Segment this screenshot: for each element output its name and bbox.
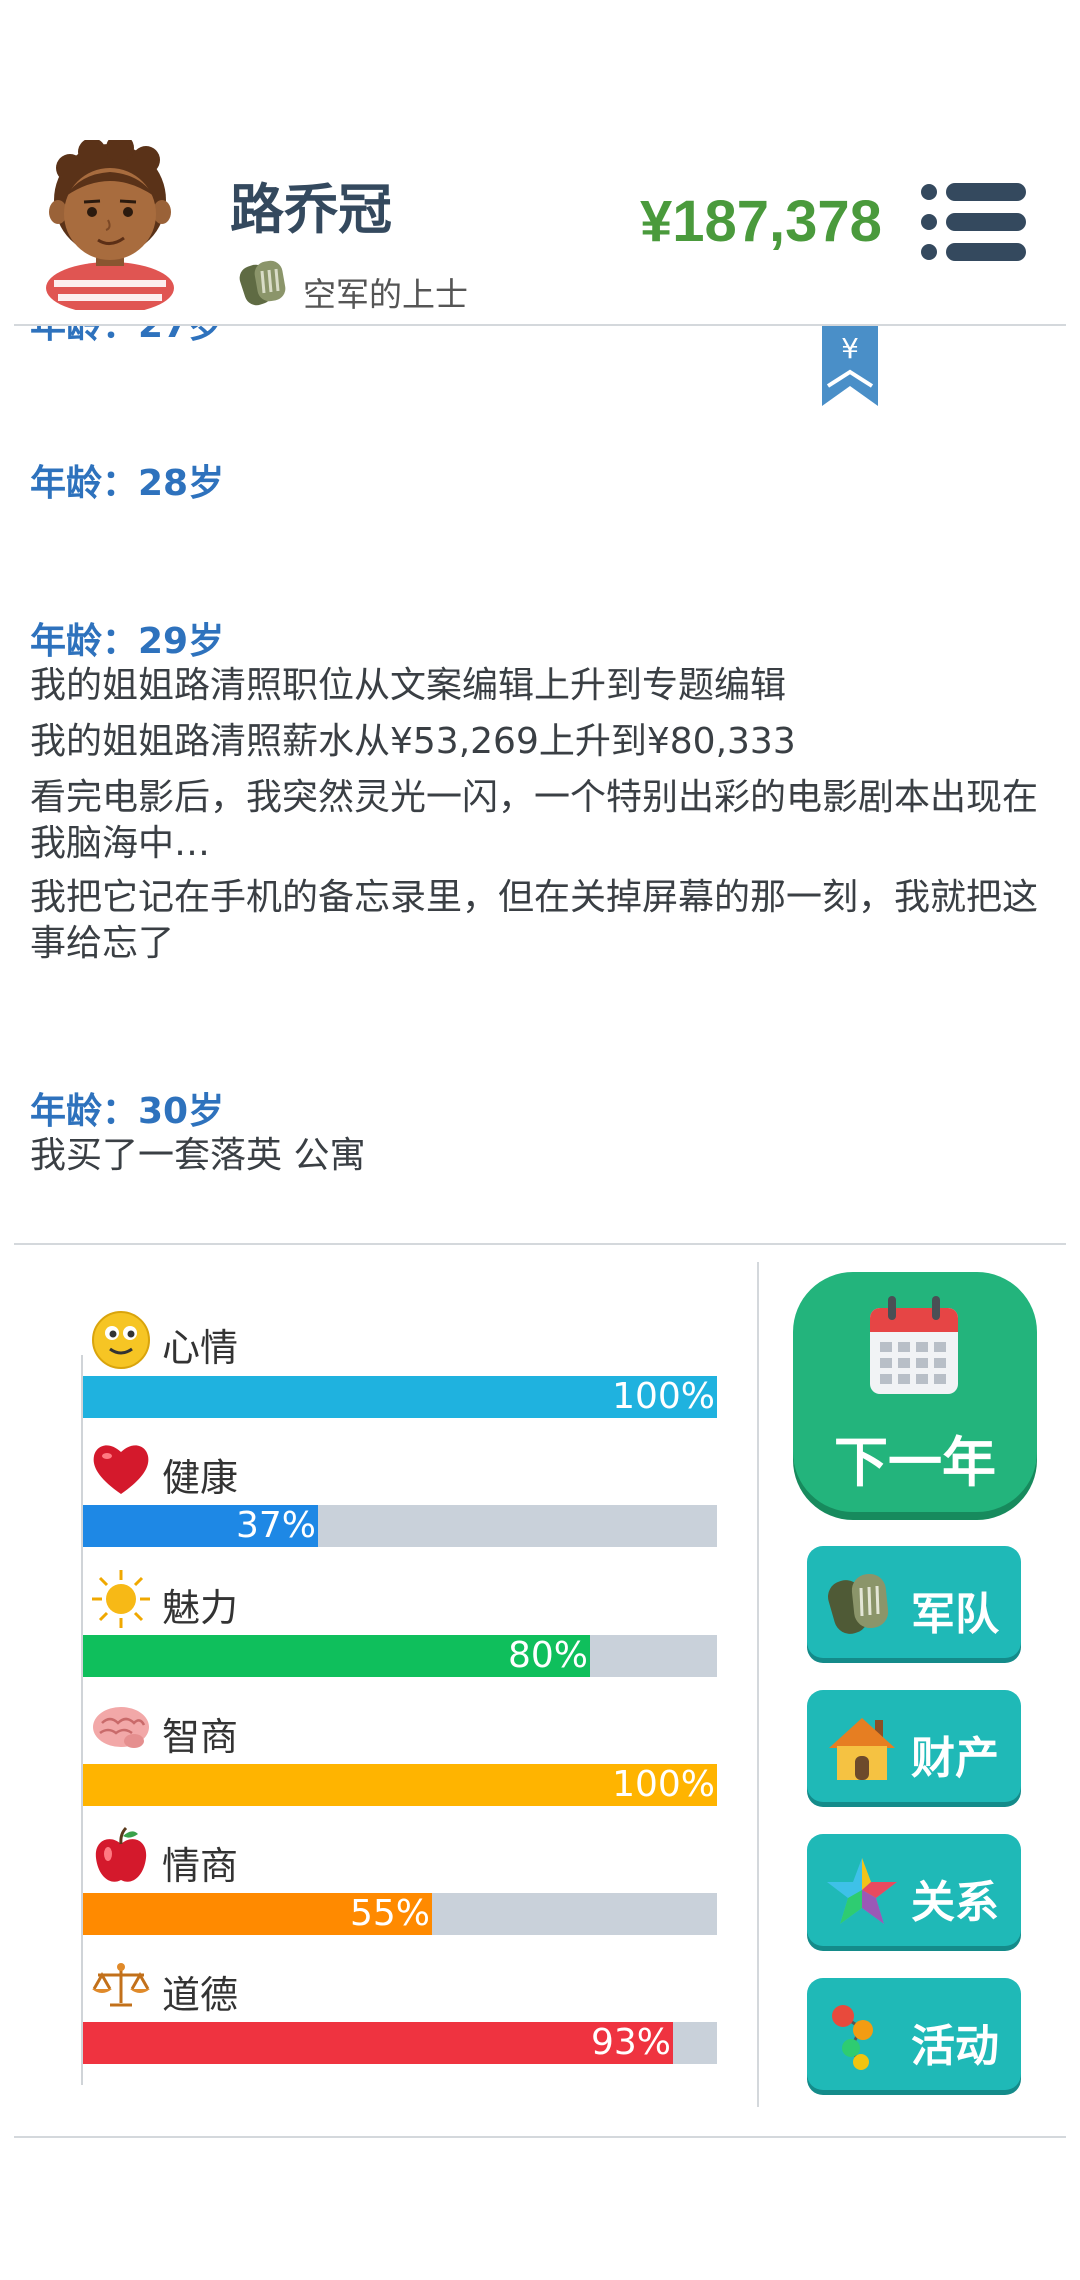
dog-tags-icon: [239, 260, 286, 306]
star-icon: [827, 1858, 897, 1924]
log-age-label: 年龄：28岁: [30, 463, 225, 504]
next-year-label: 下一年: [834, 1431, 996, 1494]
assets-label: 财产: [911, 1733, 999, 1784]
stat-percent: 55%: [349, 1893, 430, 1934]
stat-bar-iq: 100%: [83, 1764, 717, 1806]
activities-label: 活动: [911, 2021, 999, 2072]
bottom-divider: [14, 2136, 1066, 2138]
stat-bar-eq: 55%: [83, 1893, 717, 1935]
house-icon: [829, 1718, 895, 1780]
stat-percent: 100%: [612, 1764, 715, 1805]
stat-percent: 80%: [507, 1635, 588, 1676]
heart-icon: [93, 1445, 149, 1494]
log-entry: 看完电影后，我突然灵光一闪，一个特别出彩的电影剧本出现在我脑海中…: [30, 777, 1039, 864]
header: 路乔冠 空军的上士 ¥187,378: [0, 0, 1080, 326]
log-age-label-partial: 年龄：27岁: [30, 326, 224, 348]
stat-percent: 93%: [590, 2022, 671, 2063]
money-balance: ¥187,378: [640, 189, 882, 254]
stat-percent: 100%: [612, 1376, 715, 1417]
next-year-button[interactable]: 下一年: [793, 1272, 1037, 1512]
log-entry: 我买了一套落英 公寓: [30, 1135, 366, 1176]
smiley-icon: [92, 1311, 150, 1369]
stat-label-mood: 心情: [162, 1326, 239, 1370]
stat-label-iq: 智商: [162, 1715, 239, 1759]
rank-title: 空军的上士: [303, 275, 468, 314]
activities-button[interactable]: 活动: [807, 1978, 1021, 2090]
stat-label-eq: 情商: [162, 1844, 239, 1888]
military-label: 军队: [911, 1589, 999, 1640]
calendar-icon: [870, 1296, 958, 1394]
scales-icon: [92, 1963, 150, 2007]
relationships-button[interactable]: 关系: [807, 1834, 1021, 1946]
log-age-label: 年龄：30岁: [30, 1091, 225, 1132]
bookmark-yuan-icon[interactable]: ¥: [822, 326, 878, 406]
stat-percent: 37%: [235, 1505, 316, 1546]
player-name: 路乔冠: [230, 178, 392, 241]
sun-icon: [92, 1570, 150, 1628]
stats-panel: 心情 100% 健康 37% 魅力 80% 智商 100% 情商 55% 道德 …: [0, 1245, 760, 2105]
avatar[interactable]: [40, 140, 180, 310]
log-entry: 我的姐姐路清照薪水从¥53,269上升到¥80,333: [30, 721, 796, 762]
stat-label-health: 健康: [162, 1456, 239, 1500]
stat-label-morality: 道德: [162, 1973, 239, 2017]
stat-label-charm: 魅力: [162, 1586, 239, 1630]
svg-text:¥: ¥: [841, 332, 859, 365]
dog-tags-icon: [828, 1573, 889, 1634]
relationships-label: 关系: [911, 1877, 999, 1928]
stats-axis: [81, 1355, 83, 2085]
log-age-label: 年龄：29岁: [30, 621, 225, 662]
stat-bar-charm: 80%: [83, 1635, 717, 1677]
military-button[interactable]: 军队: [807, 1546, 1021, 1658]
stats-actions-divider: [757, 1262, 759, 2107]
brain-icon: [93, 1707, 149, 1748]
stat-bar-morality: 93%: [83, 2022, 717, 2064]
apple-icon: [95, 1826, 147, 1882]
assets-button[interactable]: 财产: [807, 1690, 1021, 1802]
activity-dots-icon: [832, 2005, 873, 2070]
log-entry: 我把它记在手机的备忘录里，但在关掉屏幕的那一刻，我就把这事给忘了: [30, 877, 1039, 964]
stat-bar-health: 37%: [83, 1505, 717, 1547]
stat-bar-mood: 100%: [83, 1376, 717, 1418]
log-entry: 我的姐姐路清照职位从文案编辑上升到专题编辑: [30, 665, 787, 706]
game-screen: 路乔冠 空军的上士 ¥187,378 年龄：27岁 ¥ 年龄：28岁: [0, 0, 1080, 2280]
life-log[interactable]: 年龄：27岁 ¥ 年龄：28岁 年龄：29岁 我的姐姐路清照职位从文案编辑上升到…: [0, 326, 1080, 1242]
list-menu-icon[interactable]: [920, 182, 1026, 262]
